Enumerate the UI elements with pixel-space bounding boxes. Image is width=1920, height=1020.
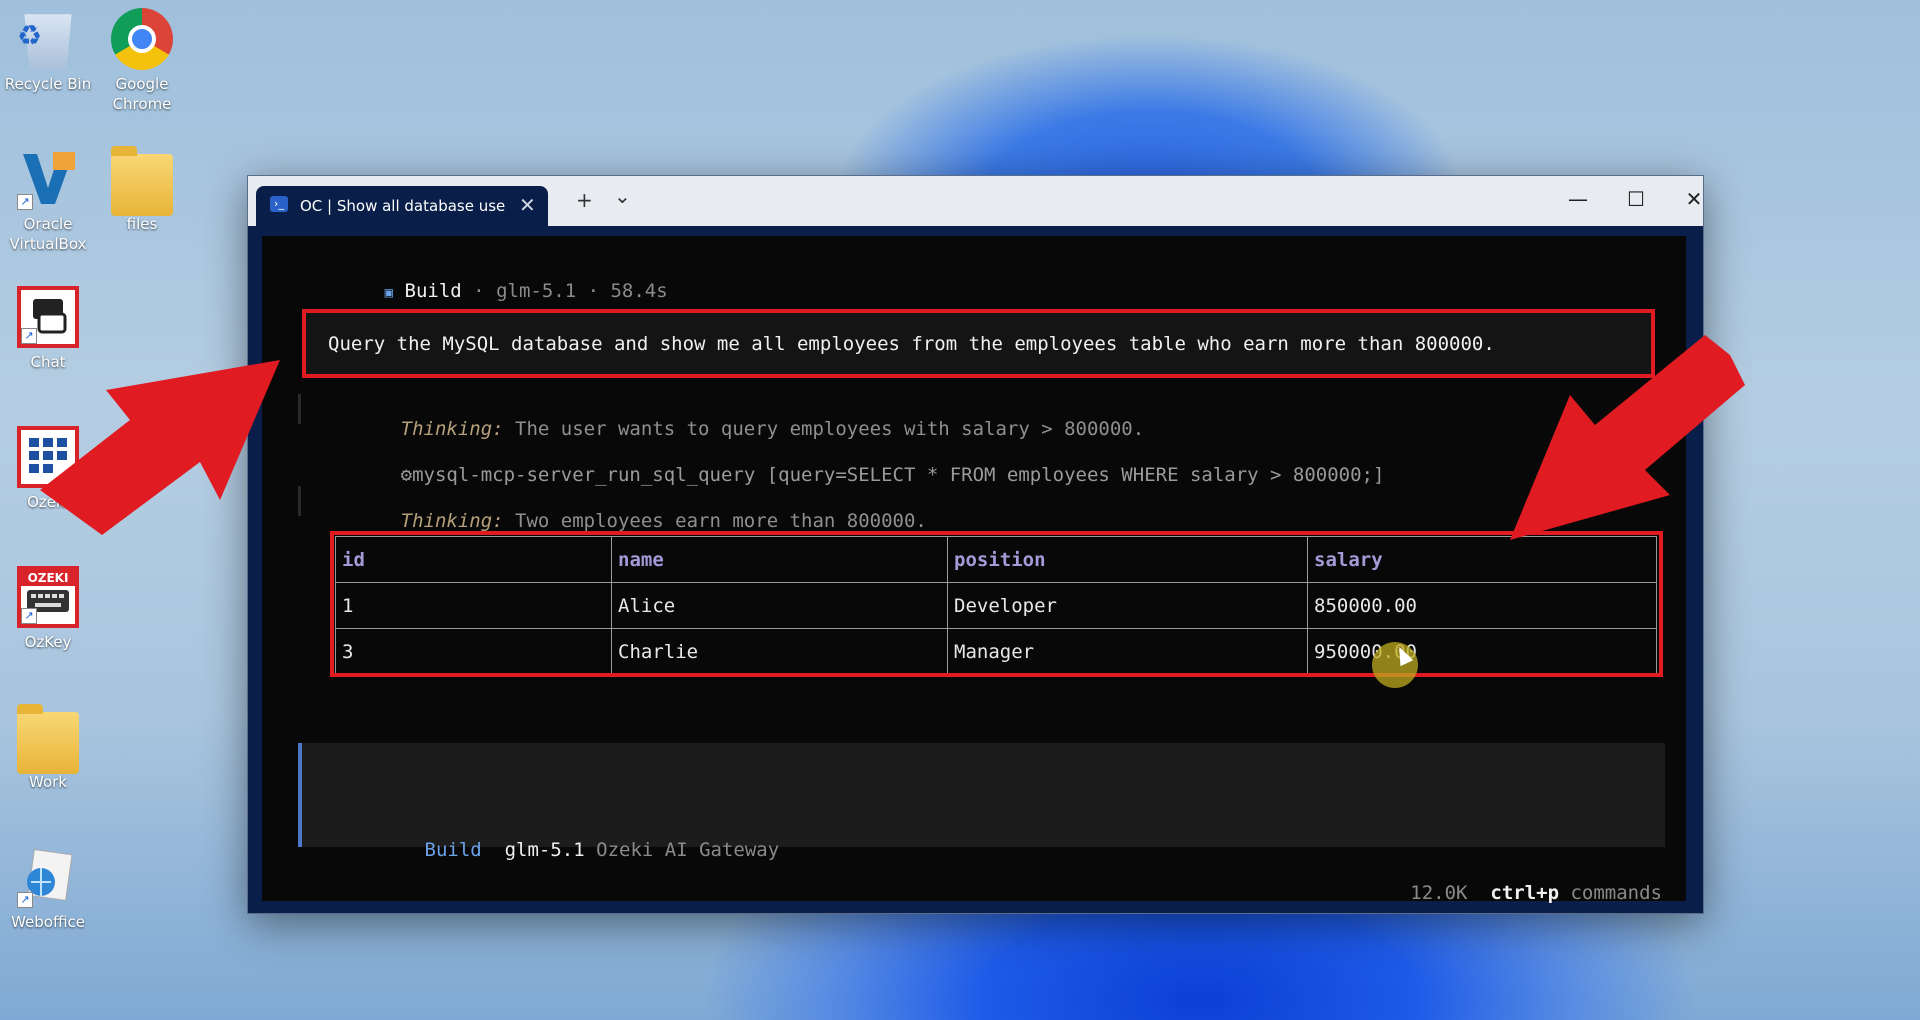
thinking-label: Thinking: [400, 418, 504, 440]
header-model: glm-5.1 [496, 280, 577, 302]
desktop-icon-work[interactable]: Work [0, 704, 96, 792]
maximize-button[interactable]: ☐ [1616, 184, 1656, 214]
header-agent: Build [404, 280, 462, 302]
cell-id: 1 [335, 582, 612, 629]
cell-position: Manager [947, 628, 1308, 675]
column-header-name: name [611, 536, 948, 583]
title-bar[interactable]: ›_ OC | Show all database user ✕ + ⌄ — ☐… [248, 176, 1703, 226]
cell-salary: 850000.00 [1307, 582, 1657, 629]
annotation-arrow-left-icon [40, 360, 280, 535]
desktop-icon-label: Work [29, 773, 67, 791]
desktop-icon-label: Recycle Bin [4, 75, 92, 93]
header-separator: · [461, 280, 497, 302]
desktop-icon-label: OzKey [24, 633, 72, 651]
header-separator: · [576, 280, 611, 302]
table-header-row: id name position salary [335, 536, 1657, 583]
close-button[interactable]: ✕ [1674, 184, 1714, 214]
thinking-gutter [298, 486, 301, 516]
thinking-text: The user wants to query employees with s… [503, 418, 1145, 440]
tab-active[interactable]: ›_ OC | Show all database user ✕ [256, 186, 548, 226]
chat-icon: ↗ [17, 286, 79, 348]
terminal-content[interactable]: ▣ Build · glm-5.1 · 58.4s Query the MySQ… [262, 236, 1686, 904]
desktop-icon-label: Weboffice [11, 913, 85, 931]
table-row: 1 Alice Developer 850000.00 [335, 582, 1657, 629]
minimize-button[interactable]: — [1558, 184, 1598, 214]
desktop-icon-label: Google Chrome [112, 75, 172, 113]
desktop-icon-ozkey[interactable]: OZEKI ↗ OzKey [0, 566, 96, 652]
cell-name: Alice [611, 582, 948, 629]
tab-close-button[interactable]: ✕ [519, 193, 536, 217]
column-header-id: id [335, 536, 612, 583]
ozkey-icon: OZEKI ↗ [17, 566, 79, 628]
annotation-arrow-right-icon [1510, 335, 1745, 540]
desktop-icon-chrome[interactable]: Google Chrome [94, 8, 190, 114]
powershell-icon: ›_ [270, 196, 288, 212]
header-duration: 58.4s [610, 280, 668, 302]
desktop-icon-virtualbox[interactable]: ↗ Oracle VirtualBox [0, 148, 96, 254]
model-label[interactable]: glm-5.1 [505, 839, 585, 861]
user-prompt-text: Query the MySQL database and show me all… [328, 333, 1495, 355]
tool-call-text: mysql-mcp-server_run_sql_query [query=SE… [412, 464, 1385, 486]
bullet-icon: ▣ [384, 285, 394, 301]
column-header-position: position [947, 536, 1308, 583]
footer-bar: 12.0K ctrl+p commands [1342, 860, 1662, 926]
cell-name: Charlie [611, 628, 948, 675]
thinking-gutter [298, 394, 301, 424]
virtualbox-icon: ↗ [17, 148, 79, 210]
cell-id: 3 [335, 628, 612, 675]
ozkey-badge: OZEKI [21, 570, 75, 586]
desktop-icon-label: files [126, 215, 158, 233]
desktop-icon-weboffice[interactable]: ↗ Weboffice [0, 846, 96, 932]
new-tab-button[interactable]: + [576, 188, 593, 212]
folder-icon [111, 146, 173, 216]
weboffice-icon: ↗ [17, 846, 79, 908]
provider-label: Ozeki AI Gateway [596, 839, 780, 861]
thinking-label: Thinking: [400, 510, 504, 532]
chrome-icon [111, 8, 173, 70]
user-prompt-box: Query the MySQL database and show me all… [302, 309, 1655, 378]
desktop-icon-recycle-bin[interactable]: ♻ Recycle Bin [0, 8, 96, 94]
input-status-line: Build glm-5.1 Ozeki AI Gateway [333, 817, 780, 883]
tab-title: OC | Show all database user [300, 197, 506, 215]
thinking-text: Two employees earn more than 800000. [503, 510, 927, 532]
table-row: 3 Charlie Manager 950000.00 [335, 628, 1657, 675]
prompt-input-area[interactable]: Build glm-5.1 Ozeki AI Gateway [298, 743, 1665, 861]
cell-salary: 950000.00 [1307, 628, 1657, 675]
desktop-icon-files[interactable]: files [94, 146, 190, 234]
agent-mode-label[interactable]: Build [425, 839, 482, 861]
token-count: 12.0K [1410, 882, 1468, 904]
tab-dropdown-button[interactable]: ⌄ [614, 184, 631, 208]
gear-icon: ⚙ [400, 464, 413, 486]
cell-position: Developer [947, 582, 1308, 629]
folder-icon [17, 704, 79, 774]
terminal-window: ›_ OC | Show all database user ✕ + ⌄ — ☐… [247, 175, 1704, 914]
shortcut-label: commands [1570, 882, 1662, 904]
result-table: id name position salary 1 Alice Develope… [335, 536, 1657, 675]
shortcut-key: ctrl+p [1490, 882, 1560, 904]
desktop-icon-label: Oracle VirtualBox [9, 215, 87, 253]
recycle-symbol-icon: ♻ [17, 19, 43, 52]
